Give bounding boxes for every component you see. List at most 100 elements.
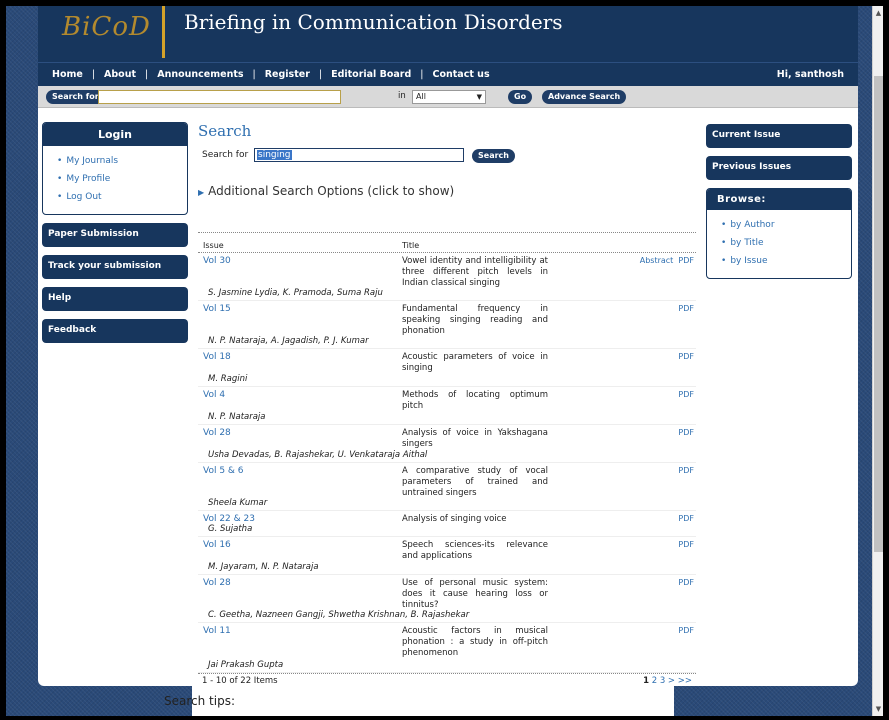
vertical-scrollbar[interactable]: ▲ ▼	[872, 6, 883, 716]
table-row: Vol 28 Use of personal music system: does…	[198, 575, 696, 623]
search-field-label: Search for	[202, 150, 249, 160]
search-for-label: Search for	[46, 90, 105, 104]
article-title: Methods of locating optimum pitch	[402, 390, 548, 411]
article-title: Use of personal music system: does it ca…	[402, 578, 548, 610]
search-query-text: singing	[257, 150, 292, 160]
article-title: Analysis of voice in Yakshagana singers	[402, 428, 548, 449]
article-title: A comparative study of vocal parameters …	[402, 466, 548, 498]
scroll-down-icon[interactable]: ▼	[873, 702, 883, 716]
scroll-up-icon[interactable]: ▲	[873, 6, 883, 20]
triangle-right-icon: ▶	[198, 188, 205, 197]
paper-submission-button[interactable]: Paper Submission	[42, 223, 188, 247]
browse-by-issue-link[interactable]: • by Issue	[721, 252, 841, 270]
issue-column-header: Issue	[203, 241, 224, 250]
article-title: Analysis of singing voice	[402, 514, 507, 524]
login-heading: Login	[43, 123, 187, 146]
article-links[interactable]: PDF	[678, 540, 694, 549]
nav-announcements[interactable]: Announcements	[157, 69, 243, 80]
article-authors: C. Geetha, Nazneen Gangji, Shwetha Krish…	[208, 610, 470, 620]
browse-panel: Browse: • by Author • by Title • by Issue	[706, 188, 852, 279]
my-profile-link[interactable]: • My Profile	[57, 170, 177, 188]
issue-link[interactable]: Vol 18	[203, 352, 231, 362]
table-row: Vol 11 Acoustic factors in musical phonat…	[198, 623, 696, 673]
article-links[interactable]: PDF	[678, 466, 694, 475]
nav-register[interactable]: Register	[265, 69, 310, 80]
article-authors: S. Jasmine Lydia, K. Pramoda, Suma Raju	[208, 288, 383, 298]
page-links[interactable]: 2 3 > >>	[652, 676, 692, 686]
chevron-down-icon: ▼	[476, 93, 482, 101]
table-row: Vol 28 Analysis of voice in Yakshagana si…	[198, 425, 696, 463]
main-nav: Home | About | Announcements | Register | Ed…	[38, 62, 858, 86]
article-authors: Jai Prakash Gupta	[208, 660, 284, 670]
bullet-icon: •	[57, 156, 63, 166]
article-links[interactable]: PDF	[678, 578, 694, 587]
issue-link[interactable]: Vol 28	[203, 578, 231, 588]
go-button[interactable]: Go	[508, 90, 533, 104]
article-links[interactable]: PDF	[678, 352, 694, 361]
nav-home[interactable]: Home	[52, 69, 83, 80]
results-footer: 1 - 10 of 22 Items 1 2 3 > >>	[198, 673, 696, 686]
search-scope-value: All	[416, 92, 426, 101]
user-greeting: Hi, santhosh	[776, 69, 844, 80]
search-input[interactable]: singing	[254, 148, 464, 162]
table-row: Vol 30 Vowel identity and intelligibility…	[198, 253, 696, 301]
search-tips-area	[192, 686, 674, 716]
article-authors: N. P. Nataraja, A. Jagadish, P. J. Kumar	[208, 336, 369, 346]
help-button[interactable]: Help	[42, 287, 188, 311]
table-row: Vol 22 & 23 Analysis of singing voice PDF G…	[198, 511, 696, 537]
site-title[interactable]: Briefing in Communication Disorders	[184, 10, 563, 34]
current-issue-button[interactable]: Current Issue	[706, 124, 852, 148]
issue-link[interactable]: Vol 22 & 23	[203, 514, 255, 524]
logo-divider	[162, 6, 165, 58]
feedback-button[interactable]: Feedback	[42, 319, 188, 343]
results-header: Issue Title	[198, 233, 696, 253]
article-links[interactable]: PDF	[678, 514, 694, 523]
article-title: Vowel identity and intelligibility at th…	[402, 256, 548, 288]
pagination: 1 2 3 > >>	[643, 676, 692, 686]
left-sidebar: Login • My Journals • My Profile • Log Out …	[42, 122, 188, 351]
article-title: Acoustic factors in musical phonation : …	[402, 626, 548, 658]
search-button[interactable]: Search	[472, 149, 515, 163]
scrollbar-thumb[interactable]	[874, 76, 883, 552]
nav-editorial-board[interactable]: Editorial Board	[331, 69, 411, 80]
my-journals-link[interactable]: • My Journals	[57, 152, 177, 170]
issue-link[interactable]: Vol 15	[203, 304, 231, 314]
bullet-icon: •	[721, 238, 727, 248]
issue-link[interactable]: Vol 5 & 6	[203, 466, 244, 476]
article-authors: Usha Devadas, B. Rajashekar, U. Venkatar…	[208, 450, 428, 460]
search-form: Search for singing Search	[198, 148, 698, 164]
current-page: 1	[643, 676, 649, 686]
results-count: 1 - 10 of 22 Items	[202, 676, 278, 686]
nav-about[interactable]: About	[104, 69, 136, 80]
issue-link[interactable]: Vol 16	[203, 540, 231, 550]
main-content: Search Search for singing Search ▶ Additi…	[198, 122, 698, 686]
article-links[interactable]: Abstract PDF	[640, 256, 694, 265]
previous-issues-button[interactable]: Previous Issues	[706, 156, 852, 180]
table-row: Vol 5 & 6 A comparative study of vocal pa…	[198, 463, 696, 511]
site-logo[interactable]: BiCoD	[62, 12, 151, 42]
table-row: Vol 4 Methods of locating optimum pitch PD…	[198, 387, 696, 425]
browse-by-title-link[interactable]: • by Title	[721, 234, 841, 252]
issue-link[interactable]: Vol 28	[203, 428, 231, 438]
quick-search-input[interactable]	[98, 90, 341, 104]
browse-by-author-link[interactable]: • by Author	[721, 216, 841, 234]
article-links[interactable]: PDF	[678, 390, 694, 399]
article-links[interactable]: PDF	[678, 304, 694, 313]
username: santhosh	[794, 69, 844, 80]
additional-search-options-toggle[interactable]: ▶ Additional Search Options (click to sho…	[198, 184, 698, 198]
article-links[interactable]: PDF	[678, 626, 694, 635]
article-links[interactable]: PDF	[678, 428, 694, 437]
issue-link[interactable]: Vol 11	[203, 626, 231, 636]
search-scope-select[interactable]: All ▼	[412, 90, 486, 104]
bullet-icon: •	[57, 174, 63, 184]
nav-contact-us[interactable]: Contact us	[432, 69, 489, 80]
issue-link[interactable]: Vol 4	[203, 390, 225, 400]
track-submission-button[interactable]: Track your submission	[42, 255, 188, 279]
article-authors: M. Jayaram, N. P. Nataraja	[208, 562, 319, 572]
table-row: Vol 16 Speech sciences-its relevance and …	[198, 537, 696, 575]
browser-viewport: BiCoD Briefing in Communication Disorder…	[6, 6, 883, 716]
advance-search-button[interactable]: Advance Search	[542, 90, 627, 104]
issue-link[interactable]: Vol 30	[203, 256, 231, 266]
search-tips-heading: Search tips:	[164, 694, 235, 708]
log-out-link[interactable]: • Log Out	[57, 188, 177, 206]
